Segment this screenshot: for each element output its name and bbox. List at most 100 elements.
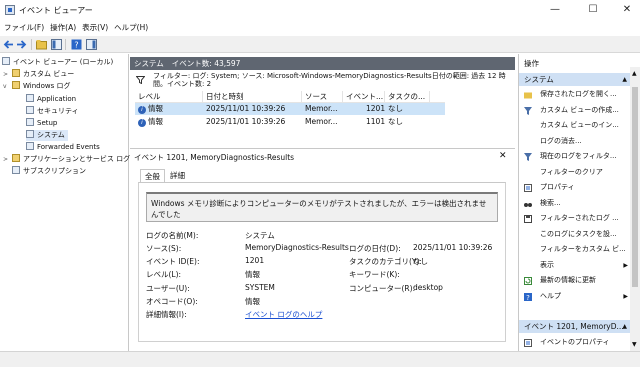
tree-item-windows-logs[interactable]: v Windows ログ	[3, 81, 70, 92]
close-window-button[interactable]: ✕	[610, 0, 640, 20]
log-name-label: ログの名前(M):	[146, 231, 199, 240]
tree-item-custom-views[interactable]: > カスタム ビュー	[3, 69, 74, 80]
refresh-icon	[524, 277, 532, 285]
column-datetime[interactable]: 日付と時刻	[203, 91, 302, 103]
forward-arrow-icon[interactable]	[16, 39, 27, 50]
menu-view[interactable]: 表示(V)	[79, 20, 111, 36]
collapse-icon[interactable]: ▲	[622, 320, 627, 333]
actions-scrollbar[interactable]: ▲ ▼	[630, 67, 640, 351]
save-icon	[524, 215, 532, 223]
row-source: Memor...	[305, 104, 338, 113]
tree-item-system[interactable]: システム	[26, 130, 68, 141]
svg-text:?: ?	[74, 41, 78, 50]
action-create-custom-view[interactable]: カスタム ビューの作成...	[519, 103, 631, 119]
table-row[interactable]: i 情報 2025/11/01 10:39:26 Memor... 1201 なし	[135, 103, 445, 115]
action-properties[interactable]: プロパティ	[519, 180, 631, 196]
tree-item-security[interactable]: セキュリティ	[26, 106, 79, 117]
actions-section-system[interactable]: システム ▲	[519, 73, 631, 86]
menu-file[interactable]: ファイル(F)	[1, 20, 47, 36]
tree-item-app-service-logs[interactable]: > アプリケーションとサービス ログ	[3, 154, 130, 165]
level-label: レベル(L):	[146, 270, 182, 279]
open-folder-icon	[524, 92, 532, 99]
filter-icon	[524, 153, 532, 161]
title-bar: イベント ビューアー — ☐ ✕	[0, 0, 640, 20]
action-save-filtered-log[interactable]: フィルターされたログ ...	[519, 211, 631, 227]
column-source[interactable]: ソース	[302, 91, 343, 103]
help-icon[interactable]: ?	[71, 39, 82, 50]
navigation-tree: イベント ビューアー (ローカル) > カスタム ビュー v Windows ログ …	[0, 54, 130, 351]
log-icon	[26, 118, 34, 126]
collapse-icon[interactable]: ▲	[622, 73, 627, 86]
menu-help[interactable]: ヘルプ(H)	[111, 20, 151, 36]
task-category-label: タスクのカテゴリ(Y):	[349, 257, 422, 266]
event-detail-pane: イベント 1201, MemoryDiagnostics-Results ✕ 全…	[130, 148, 515, 351]
filter-icon	[524, 106, 532, 115]
detail-close-button[interactable]: ✕	[499, 151, 507, 161]
actions-pane: 操作 システム ▲ 保存されたログを開く... カスタム ビューの作成... カス…	[518, 54, 640, 351]
column-level[interactable]: レベル	[135, 91, 203, 103]
filter-icon	[136, 76, 145, 84]
event-id-value: 1201	[245, 256, 265, 265]
menu-action[interactable]: 操作(A)	[47, 20, 79, 36]
folder-up-icon[interactable]	[36, 39, 47, 50]
column-task-category[interactable]: タスクの...	[385, 91, 430, 103]
log-name: システム	[134, 59, 164, 68]
tree-item-application[interactable]: Application	[26, 94, 76, 105]
tree-item-event-viewer-local[interactable]: イベント ビューアー (ローカル)	[2, 57, 113, 68]
action-open-saved-log[interactable]: 保存されたログを開く...	[519, 87, 631, 103]
column-event-id[interactable]: イベント...	[343, 91, 385, 103]
chevron-right-icon[interactable]: >	[3, 69, 8, 80]
action-find[interactable]: 検索...	[519, 196, 631, 212]
action-help[interactable]: ? ヘルプ ▶	[519, 289, 631, 305]
subscription-icon	[12, 166, 20, 174]
folder-icon	[12, 81, 20, 89]
action-clear-log[interactable]: ログの消去...	[519, 134, 631, 150]
scroll-up-icon[interactable]: ▲	[632, 70, 637, 77]
svg-text:?: ?	[526, 294, 530, 301]
minimize-button[interactable]: —	[538, 0, 572, 20]
computer-label: コンピューター(R):	[349, 284, 416, 293]
source-value: MemoryDiagnostics-Results	[245, 243, 349, 252]
scrollbar-thumb[interactable]	[632, 87, 638, 287]
info-icon: i	[138, 119, 146, 127]
center-pane: システム イベント数: 43,597 フィルター: ログ: System; ソース…	[130, 54, 515, 351]
actions-title: 操作	[524, 59, 539, 68]
action-filter-current-log[interactable]: 現在のログをフィルタ...	[519, 149, 631, 165]
tab-general[interactable]: 全般	[140, 169, 165, 182]
action-clear-filter[interactable]: フィルターのクリア	[519, 165, 631, 181]
action-event-properties[interactable]: イベントのプロパティ	[519, 335, 631, 351]
chevron-down-icon[interactable]: v	[3, 81, 7, 92]
table-row[interactable]: i 情報 2025/11/01 10:39:26 Memor... 1101 なし	[135, 116, 445, 128]
toolbar: ?	[0, 36, 640, 53]
tab-details[interactable]: 詳細	[166, 169, 189, 182]
action-view[interactable]: 表示 ▶	[519, 258, 631, 274]
event-viewer-icon	[5, 5, 15, 15]
back-arrow-icon[interactable]	[3, 39, 14, 50]
show-hide-tree-icon[interactable]	[51, 39, 62, 50]
info-icon: i	[138, 106, 146, 114]
tree-item-setup[interactable]: Setup	[26, 118, 57, 129]
action-attach-task[interactable]: このログにタスクを設...	[519, 227, 631, 243]
logged-value: 2025/11/01 10:39:26	[413, 243, 493, 252]
action-refresh[interactable]: 最新の情報に更新	[519, 273, 631, 289]
event-id-label: イベント ID(E):	[146, 257, 200, 266]
row-event-id: 1201	[366, 104, 385, 113]
row-source: Memor...	[305, 117, 338, 126]
source-label: ソース(S):	[146, 244, 182, 253]
action-save-filter-custom-view[interactable]: フィルターをカスタム ビ...	[519, 242, 631, 258]
log-header: システム イベント数: 43,597	[130, 57, 515, 70]
show-hide-action-pane-icon[interactable]	[86, 39, 97, 50]
actions-section-event[interactable]: イベント 1201, MemoryD... ▲	[519, 320, 631, 333]
action-import-custom-view[interactable]: カスタム ビューのイン...	[519, 118, 631, 134]
scroll-down-icon[interactable]: ▼	[632, 341, 637, 348]
opcode-value: 情報	[245, 297, 260, 306]
computer-value: desktop	[413, 283, 443, 292]
chevron-right-icon[interactable]: >	[3, 154, 8, 165]
event-log-help-link[interactable]: イベント ログのヘルプ	[245, 309, 322, 320]
opcode-label: オペコード(O):	[146, 297, 198, 306]
maximize-button[interactable]: ☐	[576, 0, 610, 20]
tree-item-subscriptions[interactable]: サブスクリプション	[12, 166, 86, 177]
tree-item-forwarded-events[interactable]: Forwarded Events	[26, 142, 100, 153]
status-bar	[0, 351, 640, 367]
task-category-value: なし	[413, 257, 428, 266]
